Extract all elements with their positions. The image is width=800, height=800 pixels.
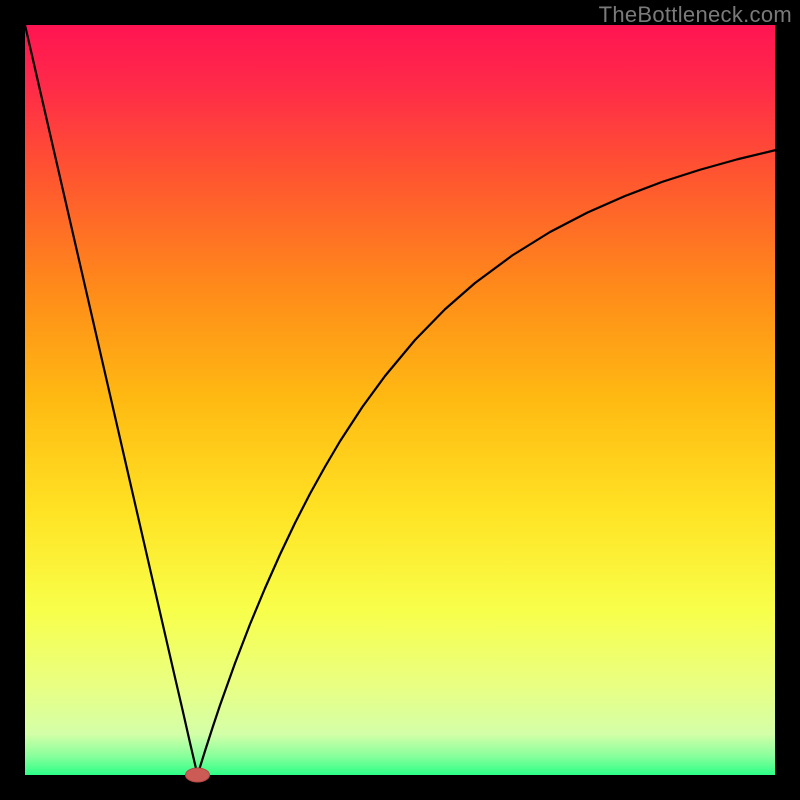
optimum-marker bbox=[186, 768, 210, 782]
bottleneck-curve-chart bbox=[0, 0, 800, 800]
watermark-text: TheBottleneck.com bbox=[599, 2, 792, 28]
plot-area bbox=[25, 25, 775, 775]
chart-container: TheBottleneck.com bbox=[0, 0, 800, 800]
